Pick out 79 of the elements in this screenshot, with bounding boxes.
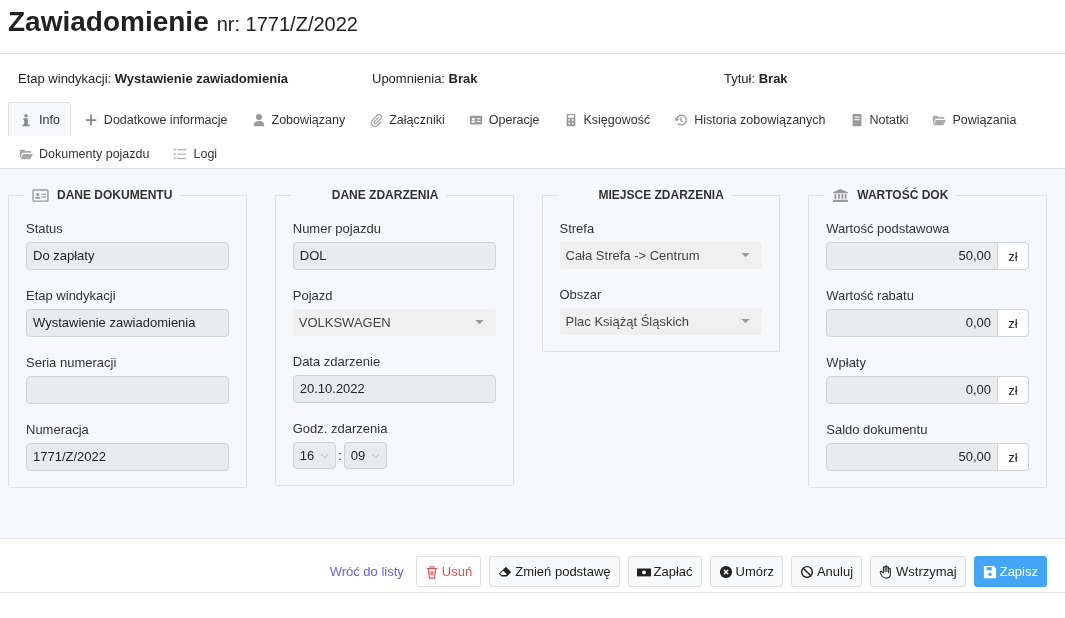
field-label: Numer pojazdu xyxy=(292,221,382,236)
amount-field[interactable]: 50,00 xyxy=(826,242,998,270)
panel-title: DANE ZDARZENIA xyxy=(331,188,439,202)
input-field[interactable] xyxy=(26,376,229,404)
circle-x-icon xyxy=(718,564,733,579)
eraser-icon xyxy=(498,564,513,579)
trash-icon xyxy=(424,564,439,579)
field-label: Wpłaty xyxy=(826,355,867,370)
field-label: Strefa xyxy=(559,221,596,236)
input-field[interactable]: Wystawienie zawiadomienia xyxy=(26,309,229,337)
page-title: Zawiadomienie xyxy=(8,6,209,38)
field-label: Etap windykacji xyxy=(26,288,117,303)
field-label: Wartość rabatu xyxy=(826,288,915,303)
field-label: Pojazd xyxy=(292,288,334,303)
minute-dropdown[interactable]: 09 xyxy=(343,442,388,469)
tab[interactable]: Zobowiązany xyxy=(240,102,357,136)
tab[interactable]: Logi xyxy=(162,136,229,170)
caret-icon xyxy=(474,320,484,325)
bank-icon xyxy=(832,188,850,202)
panel-title: WARTOŚĆ DOK xyxy=(857,188,949,202)
history-icon xyxy=(674,112,689,127)
list-icon xyxy=(173,146,188,161)
currency-addon: zł xyxy=(998,443,1029,471)
info-text: Tytuł: Brak xyxy=(724,71,789,88)
info-text: Etap windykacji: Wystawienie zawiadomienia xyxy=(18,71,289,88)
person-icon xyxy=(251,112,266,127)
tab[interactable]: Dokumenty pojazdu xyxy=(8,136,161,170)
currency-addon: zł xyxy=(998,242,1029,270)
tab[interactable]: Załączniki xyxy=(358,102,456,136)
back-link[interactable]: Wróć do listy xyxy=(329,564,404,579)
tab[interactable]: Księgowość xyxy=(552,102,662,136)
input-field[interactable]: DOL xyxy=(292,242,496,270)
id-card-icon xyxy=(32,188,49,202)
input-field[interactable]: 20.10.2022 xyxy=(292,375,496,403)
caret-icon xyxy=(741,253,751,258)
tab[interactable]: Info xyxy=(8,102,71,136)
dropdown[interactable]: Plac Książąt Śląskich xyxy=(559,308,763,335)
amount-field[interactable]: 0,00 xyxy=(826,376,998,404)
tab[interactable]: Historia zobowiązanych xyxy=(663,102,837,136)
dropdown[interactable]: Cała Strefa -> Centrum xyxy=(559,242,763,269)
chevron-icon xyxy=(320,452,330,459)
field-label: Status xyxy=(26,221,64,236)
action-button[interactable]: Anuluj xyxy=(790,556,863,587)
action-button[interactable]: Zmień podstawę xyxy=(489,556,620,587)
amount-field[interactable]: 0,00 xyxy=(826,309,998,337)
tab[interactable]: Notatki xyxy=(838,102,920,136)
field-label: Obszar xyxy=(559,287,603,302)
field-label: Seria numeracji xyxy=(26,355,118,370)
hour-dropdown[interactable]: 16 xyxy=(292,442,337,469)
paperclip-icon xyxy=(369,112,384,127)
tab[interactable]: Powiązania xyxy=(921,102,1028,136)
field-label: Wartość podstawowa xyxy=(826,221,951,236)
field-label: Data zdarzenie xyxy=(292,354,382,369)
panel-title: DANE DOKUMENTU xyxy=(57,188,173,202)
field-label: Saldo dokumentu xyxy=(826,422,929,437)
input-field[interactable]: Do zapłaty xyxy=(26,242,229,270)
field-label: Godz. zdarzenia xyxy=(292,421,389,436)
currency-addon: zł xyxy=(998,309,1029,337)
action-button[interactable]: Zapłać xyxy=(627,556,702,587)
action-button[interactable]: Umórz xyxy=(709,556,783,587)
tab[interactable]: Dodatkowe informacje xyxy=(72,102,239,136)
time-separator: : xyxy=(338,448,342,463)
save-icon xyxy=(982,564,997,579)
plus-icon xyxy=(83,112,98,127)
field-label: Numeracja xyxy=(26,422,90,437)
caret-icon xyxy=(741,319,751,324)
input-field[interactable]: 1771/Z/2022 xyxy=(26,443,229,471)
info-text: Upomnienia: Brak xyxy=(372,71,479,88)
action-button[interactable]: Wstrzymaj xyxy=(870,556,966,587)
action-button[interactable]: Usuń xyxy=(415,556,482,587)
hand-icon xyxy=(879,564,894,579)
ban-icon xyxy=(799,564,814,579)
tab[interactable]: Operacje xyxy=(457,102,551,136)
currency-addon: zł xyxy=(998,376,1029,404)
panel-title: MIEJSCE ZDARZENIA xyxy=(598,188,724,202)
chevron-icon xyxy=(371,452,381,459)
dropdown[interactable]: VOLKSWAGEN xyxy=(292,309,496,336)
document-number: nr: 1771/Z/2022 xyxy=(216,13,358,36)
amount-field[interactable]: 50,00 xyxy=(826,443,998,471)
